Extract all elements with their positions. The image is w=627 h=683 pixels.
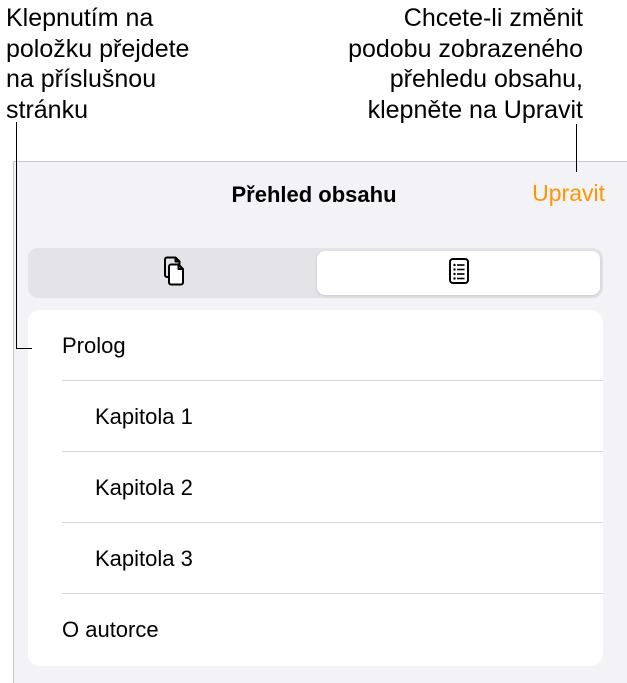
toc-item-label: Kapitola 3 [95, 545, 193, 571]
toc-list: Prolog Kapitola 1 Kapitola 2 Kapitola 3 … [28, 310, 603, 666]
pages-icon [160, 255, 186, 292]
pages-view-segment[interactable] [31, 251, 314, 295]
screenshot-root: Klepnutím na položku přejdete na přísluš… [0, 0, 627, 683]
callout-line: podobu zobrazeného [348, 34, 583, 63]
toc-item-o-autorce[interactable]: O autorce [28, 594, 603, 665]
callout-line: položku přejdete [6, 34, 190, 63]
leader-line [576, 124, 577, 172]
toc-item-kapitola-1[interactable]: Kapitola 1 [28, 381, 603, 452]
callout-line: Klepnutím na [6, 4, 154, 32]
toc-item-prolog[interactable]: Prolog [28, 310, 603, 381]
callout-line: klepněte na Upravit [367, 95, 583, 124]
toc-item-label: O autorce [62, 616, 159, 642]
callout-line: Chcete-li změnit [403, 4, 583, 32]
leader-line [16, 348, 32, 349]
callout-edit-toc: Chcete-li změnit podobu zobrazeného přeh… [348, 3, 583, 125]
view-switcher [28, 248, 603, 298]
list-view-segment[interactable] [317, 251, 600, 295]
toc-item-kapitola-2[interactable]: Kapitola 2 [28, 452, 603, 523]
callout-line: přehledu obsahu, [389, 65, 583, 93]
callout-line: na příslušnou [6, 65, 157, 93]
toc-item-label: Prolog [62, 332, 126, 358]
callout-tap-item: Klepnutím na položku přejdete na přísluš… [6, 3, 189, 125]
leader-line [16, 122, 17, 349]
edit-button[interactable]: Upravit [532, 180, 605, 207]
toc-panel: Přehled obsahu Upravit Prolog Kapitola 1… [13, 161, 627, 683]
toc-item-kapitola-3[interactable]: Kapitola 3 [28, 523, 603, 594]
toc-item-label: Kapitola 1 [95, 403, 193, 429]
toc-item-label: Kapitola 2 [95, 474, 193, 500]
panel-title: Přehled obsahu [231, 182, 397, 207]
list-icon [448, 257, 470, 290]
callout-line: stránku [6, 95, 88, 124]
